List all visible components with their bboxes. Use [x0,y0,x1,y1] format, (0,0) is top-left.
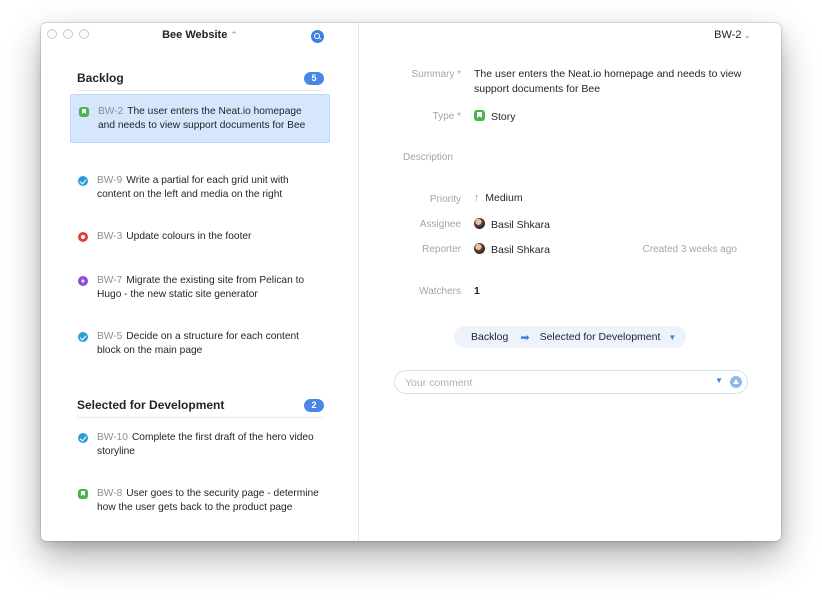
issue-key: BW-5 [97,331,123,342]
task-icon [78,433,88,443]
story-icon [474,110,485,121]
chevron-updown-icon: ⌃ [230,30,238,40]
arrow-right-icon: ➡ [520,331,530,344]
issue-summary: Complete the first draft of the hero vid… [97,432,314,457]
issue-summary: User goes to the security page - determi… [97,488,319,513]
section-title: Backlog [77,71,124,85]
task-icon [78,332,88,342]
type-value: Story [491,111,516,123]
search-icon[interactable] [311,30,324,43]
watchers-count[interactable]: 1 [474,285,480,297]
issue-key: BW-2 [98,106,124,117]
bug-icon [78,232,88,242]
issue-detail-panel: BW-2 ⌄ Summary * The user enters the Neat… [359,23,781,541]
comment-box: ▼ [394,370,748,394]
issue-key: BW-7 [97,275,123,286]
arrow-up-icon: ↑ [474,192,480,204]
issue-item-bw-9[interactable]: BW-9 Write a partial for each grid unit w… [70,164,330,211]
issue-key-switcher[interactable]: BW-2 ⌄ [714,29,751,41]
issue-summary: Write a partial for each grid unit with … [97,175,289,200]
section-header-backlog[interactable]: Backlog 5 [77,71,324,91]
issue-item-bw-8[interactable]: BW-8 User goes to the security page - det… [70,477,330,524]
issue-item-bw-10[interactable]: BW-10 Complete the first draft of the her… [70,421,330,468]
task-icon [78,176,88,186]
reporter-field[interactable]: Basil Shkara [474,243,550,256]
assignee-label: Assignee [419,219,461,230]
assignee-name: Basil Shkara [491,219,550,231]
priority-label: Priority [429,194,461,205]
watchers-label: Watchers [419,286,461,297]
issue-item-bw-3[interactable]: BW-3 Update colours in the footer [70,220,330,254]
priority-value: Medium [485,192,523,204]
assignee-field[interactable]: Basil Shkara [474,218,550,231]
avatar [474,243,485,254]
reporter-label: Reporter [422,244,461,255]
description-label[interactable]: Description [359,152,453,163]
type-label: Type * [432,111,461,122]
issue-list-panel: Bee Website ⌃ Backlog 5 BW-2 The user ente… [41,23,359,541]
story-icon [78,489,88,499]
issue-key: BW-3 [97,231,123,242]
priority-field[interactable]: ↑ Medium [474,192,523,204]
issue-key: BW-9 [97,175,123,186]
caret-down-icon[interactable]: ▼ [668,333,676,342]
reporter-name: Basil Shkara [491,244,550,256]
issue-item-bw-5[interactable]: BW-5 Decide on a structure for each conte… [70,320,330,367]
project-title: Bee Website [162,29,228,41]
avatar [474,218,485,229]
status-transition-button[interactable]: Backlog ➡ Selected for Development ▼ [454,326,686,348]
story-icon [79,107,89,117]
issue-item-bw-7[interactable]: BW-7 Migrate the existing site from Pelic… [70,264,330,311]
current-status: Backlog [471,331,509,343]
app-window: Bee Website ⌃ Backlog 5 BW-2 The user ente… [41,23,781,541]
comment-input[interactable] [405,375,705,390]
section-count-badge: 2 [304,399,324,412]
issue-summary: The user enters the Neat.io homepage and… [98,106,306,131]
issue-key: BW-8 [97,488,123,499]
caret-down-icon[interactable]: ▼ [715,376,723,385]
summary-field[interactable]: The user enters the Neat.io homepage and… [474,67,744,97]
created-timestamp: Created 3 weeks ago [642,244,737,255]
type-field[interactable]: Story [474,110,516,123]
epic-icon [78,276,88,286]
send-icon[interactable] [730,376,742,388]
issue-item-bw-2[interactable]: BW-2 The user enters the Neat.io homepage… [70,94,330,143]
issue-summary: Decide on a structure for each content b… [97,331,300,356]
issue-key: BW-10 [97,432,128,443]
section-header-selected-for-development[interactable]: Selected for Development 2 [77,398,324,418]
summary-label: Summary * [411,69,461,80]
chevron-down-icon: ⌄ [743,30,751,40]
section-title: Selected for Development [77,398,225,412]
issue-summary: Update colours in the footer [126,231,252,242]
issue-key-label: BW-2 [714,29,742,41]
section-count-badge: 5 [304,72,324,85]
issue-summary: Migrate the existing site from Pelican t… [97,275,305,300]
next-status: Selected for Development [539,331,661,343]
